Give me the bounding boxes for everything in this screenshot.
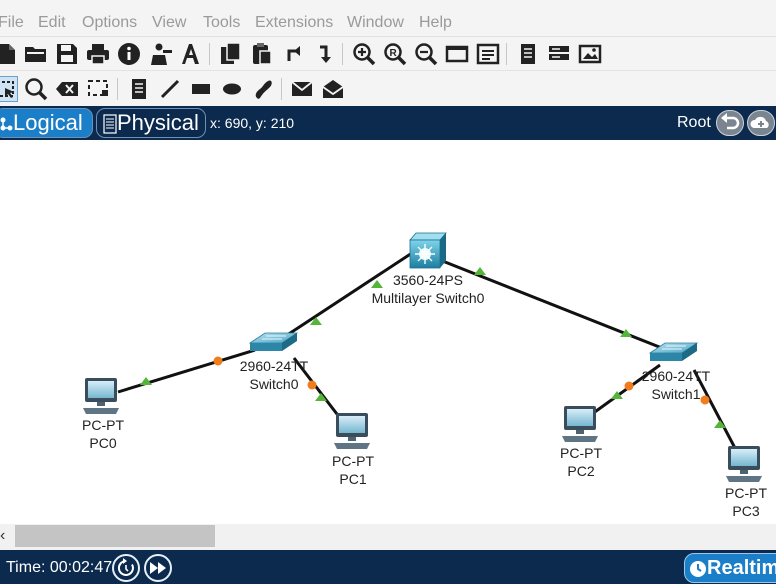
power-cycle-devices-icon[interactable]	[112, 554, 140, 582]
select-icon[interactable]	[0, 76, 18, 102]
open-folder-icon[interactable]	[23, 41, 49, 67]
logical-view-tab[interactable]: Logical	[0, 108, 93, 138]
logical-workspace[interactable]: 3560-24PS Multilayer Switch0 2960-24TT S…	[0, 140, 776, 524]
toolbar-separator	[209, 43, 210, 65]
horizontal-scrollbar[interactable]: ‹	[0, 524, 776, 550]
device-name: Switch1	[651, 386, 701, 402]
switch0-label: 2960-24TT Switch0	[204, 357, 344, 393]
device-name: Multilayer Switch0	[371, 290, 485, 306]
simulation-time: Time: 00:02:47	[6, 559, 113, 576]
undo-icon[interactable]	[280, 41, 306, 67]
device-model: PC-PT	[560, 445, 602, 461]
paste-icon[interactable]	[249, 41, 275, 67]
device-model: 2960-24TT	[641, 368, 711, 384]
menu-extensions[interactable]: Extensions	[255, 14, 333, 32]
switch1-label: 2960-24TT Switch1	[606, 367, 746, 403]
ellipse-icon[interactable]	[219, 76, 245, 102]
save-icon[interactable]	[54, 41, 80, 67]
rack-icon	[103, 114, 117, 134]
svg-text:R: R	[390, 48, 398, 59]
mode-bar: Logical Physical	[0, 106, 776, 140]
menu-edit[interactable]: Edit	[38, 14, 66, 32]
back-arrow-icon[interactable]	[716, 110, 744, 136]
menu-window[interactable]: Window	[347, 14, 404, 32]
complex-pdu-icon[interactable]	[320, 76, 346, 102]
device-name: PC1	[339, 471, 367, 487]
toolbar-separator	[117, 78, 118, 100]
fast-forward-time-icon[interactable]	[144, 554, 172, 582]
drawing-palette-icon[interactable]	[444, 41, 470, 67]
multilayer-switch-icon[interactable]	[409, 232, 447, 269]
menu-view[interactable]: View	[152, 14, 186, 32]
menu-file[interactable]: File	[0, 14, 24, 32]
device-name: PC2	[567, 463, 595, 479]
pc1-label: PC-PT PC1	[283, 452, 423, 488]
screenshot-icon[interactable]	[577, 41, 603, 67]
zoom-out-icon[interactable]	[413, 41, 439, 67]
link-up-indicator	[714, 420, 726, 428]
multilayer-switch0-label: 3560-24PS Multilayer Switch0	[358, 271, 498, 307]
menu-bar: File Edit Options View Tools Extensions …	[0, 0, 776, 36]
toolbar-separator	[281, 78, 282, 100]
device-model: PC-PT	[725, 485, 767, 501]
realtime-mode-button[interactable]: Realtime	[684, 553, 776, 583]
realtime-label: Realtime	[707, 557, 776, 579]
line-icon[interactable]	[157, 76, 183, 102]
root-label: Root	[677, 114, 711, 131]
main-toolbar: R	[0, 36, 776, 71]
device-model: PC-PT	[332, 453, 374, 469]
network-info-icon[interactable]	[546, 41, 572, 67]
info-icon[interactable]	[116, 41, 142, 67]
simple-pdu-icon[interactable]	[289, 76, 315, 102]
zoom-in-icon[interactable]	[351, 41, 377, 67]
pc0-label: PC-PT PC0	[33, 416, 173, 452]
logical-network-icon	[0, 117, 13, 131]
new-file-icon[interactable]	[0, 41, 20, 67]
clock-icon	[690, 560, 706, 577]
device-name: PC3	[732, 503, 760, 519]
font-icon[interactable]	[178, 41, 204, 67]
cursor-coordinates: x: 690, y: 210	[210, 115, 295, 131]
pc1-icon[interactable]	[334, 413, 370, 449]
status-bar: Time: 00:02:47 Realtime	[0, 550, 776, 584]
tool-toolbar	[0, 70, 776, 107]
logical-view-label: Logical	[13, 110, 83, 135]
freeform-icon[interactable]	[250, 76, 276, 102]
inspect-icon[interactable]	[23, 76, 49, 102]
pc0-icon[interactable]	[83, 378, 119, 414]
device-name: Switch0	[249, 376, 299, 392]
switch0-icon[interactable]	[248, 332, 299, 351]
copy-icon[interactable]	[218, 41, 244, 67]
rectangle-icon[interactable]	[188, 76, 214, 102]
toolbar-separator	[506, 43, 507, 65]
physical-view-label: Physical	[117, 110, 199, 135]
device-name: PC0	[89, 435, 117, 451]
device-model: 2960-24TT	[239, 358, 309, 374]
viewport-icon[interactable]	[515, 41, 541, 67]
scrollbar-thumb[interactable]	[15, 525, 215, 547]
zoom-reset-icon[interactable]: R	[382, 41, 408, 67]
pc2-icon[interactable]	[562, 406, 598, 442]
physical-view-tab[interactable]: Physical	[96, 108, 206, 138]
new-cluster-cloud-icon[interactable]	[747, 110, 775, 136]
custom-device-dialog-icon[interactable]	[475, 41, 501, 67]
toolbar-separator	[342, 43, 343, 65]
pc3-icon[interactable]	[726, 446, 762, 482]
menu-tools[interactable]: Tools	[203, 14, 240, 32]
menu-options[interactable]: Options	[82, 14, 137, 32]
pc3-label: PC-PT PC3	[676, 484, 776, 520]
menu-help[interactable]: Help	[419, 14, 452, 32]
device-model: PC-PT	[82, 417, 124, 433]
scroll-left-icon[interactable]: ‹	[0, 527, 5, 545]
note-icon[interactable]	[126, 76, 152, 102]
delete-icon[interactable]	[54, 76, 80, 102]
print-icon[interactable]	[85, 41, 111, 67]
pc2-label: PC-PT PC2	[511, 444, 651, 480]
redo-icon[interactable]	[311, 41, 337, 67]
resize-shape-icon[interactable]	[85, 76, 111, 102]
activity-wizard-icon[interactable]	[147, 41, 173, 67]
device-model: 3560-24PS	[392, 272, 464, 288]
